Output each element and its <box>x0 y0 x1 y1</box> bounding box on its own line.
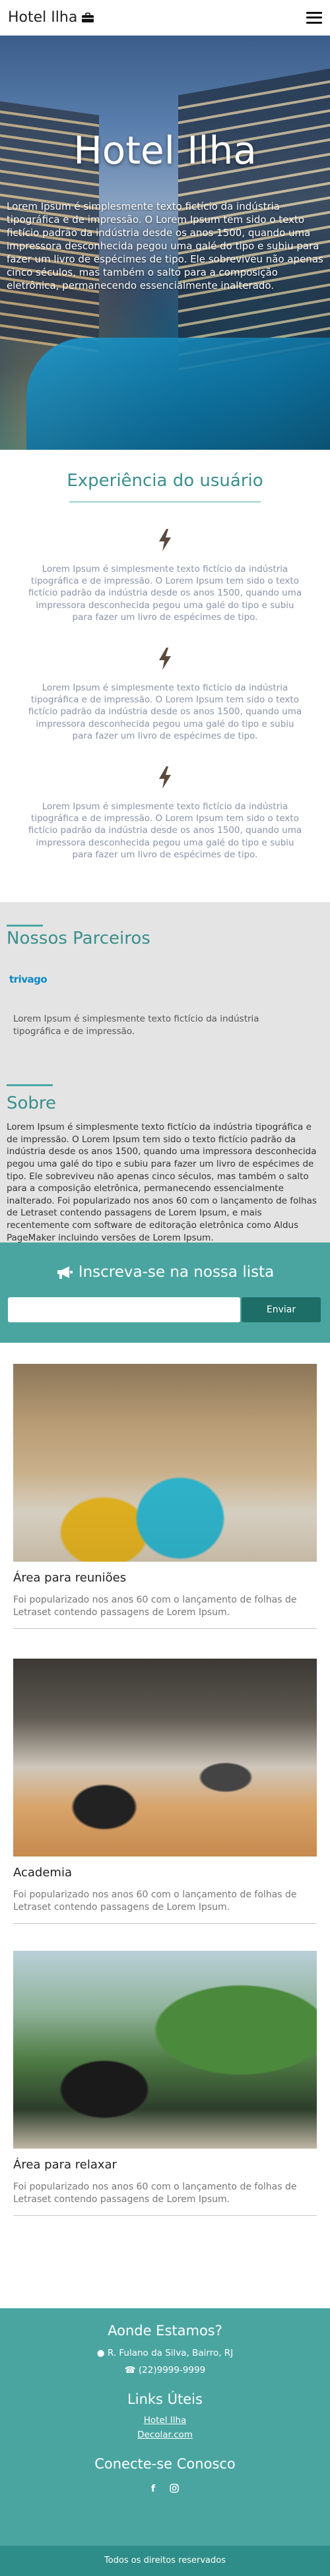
feature-item: Lorem Ipsum é simplesmente texto fictíci… <box>26 766 304 861</box>
bolt-icon <box>159 529 171 551</box>
hero-text: Lorem Ipsum é simplesmente texto fictíci… <box>7 200 323 291</box>
address: ● R. Fulano da Silva, Bairro, RJ <box>96 2348 234 2358</box>
newsletter-section: Inscreva-se na nossa lista Enviar <box>0 1242 330 1343</box>
title-underline <box>69 501 261 503</box>
partners-section: Nossos Parceiros trivago Lorem Ipsum é s… <box>0 902 330 1078</box>
about-section: Sobre Lorem Ipsum é simplesmente texto f… <box>0 1078 330 1243</box>
copyright-bar: Todos os direitos reservados <box>0 2546 330 2576</box>
brand[interactable]: Hotel Ilha <box>8 9 94 26</box>
section-title: Sobre <box>7 1093 57 1113</box>
divider <box>13 1628 317 1629</box>
navbar: Hotel Ilha <box>0 0 330 36</box>
meeting-area-image <box>13 1364 317 1562</box>
trivago-logo[interactable]: trivago <box>9 973 48 985</box>
facility-card: Área para reuniões Foi popularizado nos … <box>13 1364 317 1629</box>
feature-item: Lorem Ipsum é simplesmente texto fictíci… <box>26 529 304 623</box>
link-decolar[interactable]: Decolar.com <box>0 2430 330 2440</box>
card-text: Foi popularizado nos anos 60 com o lança… <box>13 1595 297 1618</box>
hero-title: Hotel Ilha <box>73 128 257 173</box>
about-text: Lorem Ipsum é simplesmente texto fictíci… <box>7 1122 317 1243</box>
relax-area-image <box>13 1951 317 2149</box>
card-title: Área para relaxar <box>13 2158 117 2172</box>
divider <box>13 1922 317 1924</box>
card-title: Área para reuniões <box>13 1571 127 1585</box>
card-text: Foi popularizado nos anos 60 com o lança… <box>13 1889 297 1913</box>
feature-item: Lorem Ipsum é simplesmente texto fictíci… <box>26 648 304 742</box>
link-hotel-ilha[interactable]: Hotel Ilha <box>0 2415 330 2426</box>
facility-card: Academia Foi popularizado nos anos 60 co… <box>13 1659 317 1924</box>
briefcase-icon <box>82 12 94 22</box>
experience-section: Experiência do usuário Lorem Ipsum é sim… <box>0 450 330 902</box>
divider <box>13 2215 317 2216</box>
card-text: Foi popularizado nos anos 60 com o lança… <box>13 2182 297 2205</box>
bolt-icon <box>159 648 171 670</box>
title-accent-line <box>7 1084 53 1086</box>
card-title: Academia <box>13 1866 72 1880</box>
title-accent-line <box>7 925 43 927</box>
facebook-icon[interactable]: f <box>151 2484 155 2496</box>
footer: Aonde Estamos? ● R. Fulano da Silva, Bai… <box>0 2308 330 2546</box>
section-title: Experiência do usuário <box>67 471 263 491</box>
brand-name[interactable]: Hotel Ilha <box>8 9 77 26</box>
location-title: Aonde Estamos? <box>108 2323 222 2339</box>
bullhorn-icon <box>57 1266 73 1279</box>
partners-text: Lorem Ipsum é simplesmente texto fictíci… <box>13 1014 259 1037</box>
facility-card: Área para relaxar Foi popularizado nos a… <box>13 1951 317 2216</box>
instagram-icon[interactable] <box>170 2484 179 2496</box>
submit-button[interactable]: Enviar <box>242 1297 321 1322</box>
phone-icon: ☎ <box>124 2365 136 2376</box>
social-links: f <box>0 2484 330 2496</box>
feature-text: Lorem Ipsum é simplesmente texto fictíci… <box>28 564 302 623</box>
newsletter-heading: Inscreva-se na nossa lista <box>0 1264 330 1281</box>
feature-text: Lorem Ipsum é simplesmente texto fictíci… <box>28 801 302 860</box>
links-title: Links Úteis <box>127 2391 203 2407</box>
hero-banner: Hotel Ilha Lorem Ipsum é simplesmente te… <box>0 36 330 450</box>
phone: ☎ (22)9999-9999 <box>124 2365 206 2376</box>
connect-title: Conecte-se Conosco <box>94 2456 236 2472</box>
hamburger-icon[interactable] <box>306 11 322 24</box>
section-title: Nossos Parceiros <box>7 929 150 948</box>
map-marker-icon: ● <box>96 2348 105 2358</box>
gym-image <box>13 1659 317 1856</box>
newsletter-title: Inscreva-se na nossa lista <box>78 1264 275 1281</box>
feature-text: Lorem Ipsum é simplesmente texto fictíci… <box>28 683 302 741</box>
newsletter-email-input[interactable] <box>8 1297 240 1322</box>
bolt-icon <box>159 766 171 789</box>
